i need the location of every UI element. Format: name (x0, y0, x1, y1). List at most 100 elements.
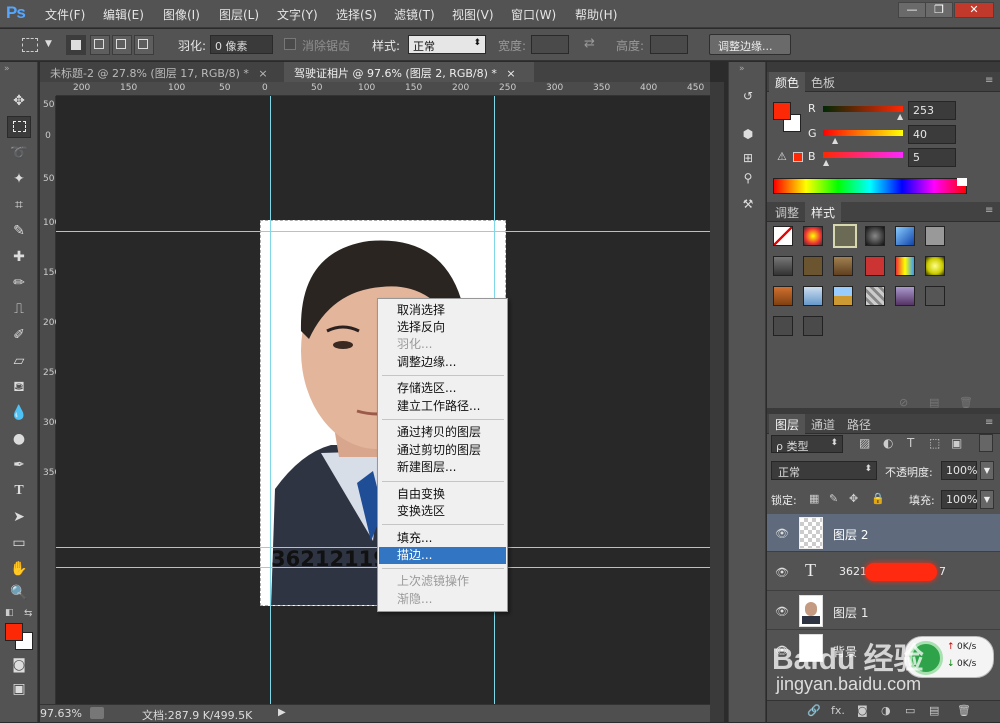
menu-item-refine-edge[interactable]: 调整边缘... (379, 354, 506, 371)
blur-tool-icon[interactable]: 💧 (7, 402, 31, 424)
panel-menu-icon[interactable]: ≡ (985, 75, 993, 86)
menu-item-make-work-path[interactable]: 建立工作路径... (379, 398, 506, 415)
filter-shape-icon[interactable]: ⬚ (929, 436, 940, 450)
gamut-warning-icon[interactable]: ⚠ (777, 150, 787, 163)
path-selection-tool-icon[interactable]: ➤ (7, 506, 31, 528)
chevron-down-icon[interactable]: ▼ (45, 39, 52, 49)
doc-info-icon[interactable] (90, 707, 104, 719)
close-window-button[interactable]: ✕ (954, 2, 994, 18)
foreground-color-swatch[interactable] (5, 623, 23, 641)
width-input[interactable] (531, 35, 569, 54)
layer-row-layer-2[interactable]: 👁 图层 2 (767, 514, 1000, 552)
input-g[interactable]: 40 (908, 125, 956, 144)
style-swatch[interactable] (773, 316, 793, 336)
fill-dropdown-icon[interactable]: ▼ (980, 490, 994, 509)
opacity-input[interactable]: 100% (941, 461, 977, 480)
menu-type[interactable]: 文字(Y) (277, 6, 318, 23)
style-swatch[interactable] (865, 226, 885, 246)
swap-icon[interactable]: ⇄ (584, 36, 595, 51)
menu-help[interactable]: 帮助(H) (575, 6, 617, 23)
filter-toggle[interactable] (979, 434, 993, 452)
menu-item-fill[interactable]: 填充... (379, 530, 506, 547)
type-tool-icon[interactable]: T (7, 480, 31, 502)
style-swatch[interactable] (833, 286, 853, 306)
style-swatch[interactable] (833, 256, 853, 276)
eyedropper-tool-icon[interactable]: ✎ (7, 220, 31, 242)
antialias-checkbox[interactable] (284, 38, 296, 50)
style-none-swatch[interactable] (773, 226, 793, 246)
fill-input[interactable]: 100% (941, 490, 977, 509)
status-menu-arrow-icon[interactable]: ▶ (278, 707, 286, 718)
zoom-tool-icon[interactable]: 🔍 (7, 582, 31, 604)
intersect-selection-icon[interactable] (134, 35, 154, 55)
feather-input[interactable]: 0 像素 (210, 35, 273, 54)
tab-adjustments[interactable]: 调整 (769, 202, 805, 222)
marquee-preset-icon[interactable] (22, 38, 38, 52)
menu-filter[interactable]: 滤镜(T) (394, 6, 435, 23)
style-swatch[interactable] (925, 226, 945, 246)
zoom-level[interactable]: 97.63% (40, 707, 82, 720)
history-brush-tool-icon[interactable]: ✐ (7, 324, 31, 346)
horizontal-ruler[interactable]: 200 150 100 50 0 50 100 150 200 250 300 … (56, 82, 710, 96)
new-selection-icon[interactable] (66, 35, 86, 55)
close-icon[interactable]: × (506, 67, 515, 80)
color-spectrum-bar[interactable] (773, 178, 967, 194)
blend-mode-select[interactable]: 正常 ⬍ (771, 461, 877, 480)
lasso-tool-icon[interactable]: ➰ (7, 142, 31, 164)
clone-stamp-tool-icon[interactable]: ⎍ (7, 298, 31, 320)
tab-paths[interactable]: 路径 (841, 414, 877, 434)
style-swatch[interactable] (895, 286, 915, 306)
history-icon[interactable]: ↺ (737, 86, 759, 106)
guide-line[interactable] (270, 96, 271, 704)
style-swatch[interactable] (895, 256, 915, 276)
tab-untitled-2[interactable]: 未标题-2 @ 27.8% (图层 17, RGB/8) * × (40, 62, 284, 82)
slider-r[interactable] (823, 106, 903, 112)
panel-menu-icon[interactable]: ≡ (985, 205, 993, 216)
move-tool-icon[interactable]: ✥ (7, 90, 31, 112)
rectangle-tool-icon[interactable]: ▭ (7, 532, 31, 554)
eraser-tool-icon[interactable]: ▱ (7, 350, 31, 372)
dodge-tool-icon[interactable]: ● (7, 428, 31, 450)
filter-smart-icon[interactable]: ▣ (951, 436, 962, 450)
style-swatch[interactable] (803, 226, 823, 246)
style-swatch[interactable] (803, 286, 823, 306)
height-input[interactable] (650, 35, 688, 54)
slider-handle-icon[interactable]: ▲ (897, 112, 903, 121)
style-swatch[interactable] (773, 256, 793, 276)
screen-mode-icon[interactable]: ▣ (7, 678, 31, 700)
menu-file[interactable]: 文件(F) (45, 6, 85, 23)
style-swatch[interactable] (895, 226, 915, 246)
collapse-icon[interactable]: » (4, 64, 10, 74)
menu-window[interactable]: 窗口(W) (511, 6, 556, 23)
tool-presets-icon[interactable]: ⚒ (737, 194, 759, 214)
menu-item-layer-via-cut[interactable]: 通过剪切的图层 (379, 442, 506, 459)
crop-tool-icon[interactable]: ⌗ (7, 194, 31, 216)
tab-styles[interactable]: 样式 (805, 202, 842, 222)
opacity-dropdown-icon[interactable]: ▼ (980, 461, 994, 480)
slider-handle-icon[interactable]: ▲ (832, 136, 838, 145)
slider-b[interactable] (823, 152, 903, 158)
subtract-selection-icon[interactable] (112, 35, 132, 55)
style-swatch[interactable] (925, 256, 945, 276)
menu-edit[interactable]: 编辑(E) (103, 6, 144, 23)
menu-item-transform-selection[interactable]: 变换选区 (379, 503, 506, 520)
menu-item-free-transform[interactable]: 自由变换 (379, 486, 506, 503)
magic-wand-tool-icon[interactable]: ✦ (7, 168, 31, 190)
guide-line[interactable] (56, 231, 710, 232)
menu-layer[interactable]: 图层(L) (219, 6, 259, 23)
swap-colors-icon[interactable]: ⇆ (24, 608, 32, 619)
menu-view[interactable]: 视图(V) (452, 6, 494, 23)
menu-item-deselect[interactable]: 取消选择 (379, 302, 506, 319)
minimize-button[interactable]: — (898, 2, 926, 18)
3d-icon[interactable]: ⬢ (737, 124, 759, 144)
style-swatch[interactable] (803, 316, 823, 336)
layer-row-text[interactable]: 👁 T 3621 7 (767, 553, 1000, 591)
tab-layers[interactable]: 图层 (769, 414, 806, 434)
close-icon[interactable]: × (258, 67, 267, 80)
lock-position-icon[interactable]: ✥ (849, 492, 858, 505)
menu-item-save-selection[interactable]: 存储选区... (379, 380, 506, 397)
style-swatch[interactable] (865, 286, 885, 306)
gamut-color-swatch[interactable] (793, 152, 803, 162)
input-r[interactable]: 253 (908, 101, 956, 120)
collapse-icon[interactable]: » (739, 64, 745, 74)
